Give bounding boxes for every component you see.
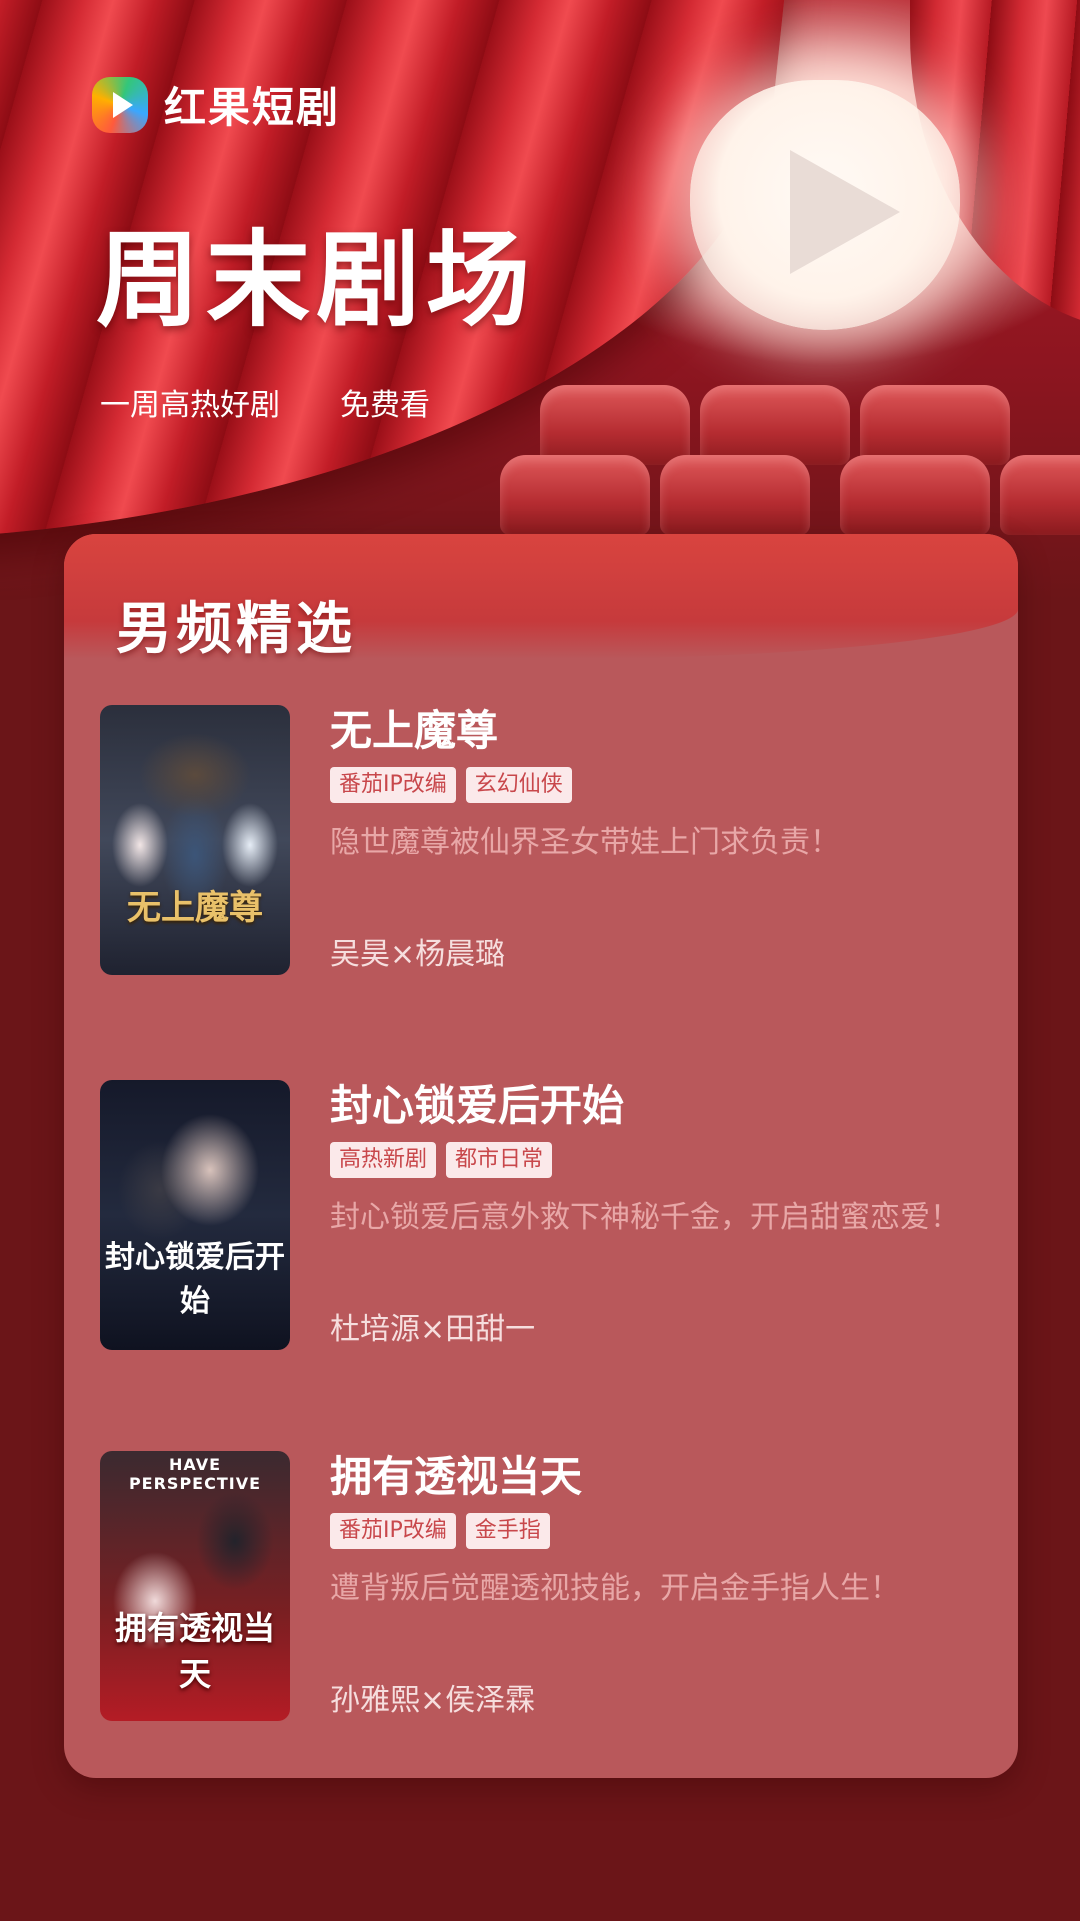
poster-title: 拥有透视当天 xyxy=(114,1609,275,1693)
drama-description: 遭背叛后觉醒透视技能，开启金手指人生！ xyxy=(330,1571,900,1606)
headline: 周末剧场 xyxy=(96,218,537,341)
drama-item[interactable]: HAVE PERSPECTIVE 拥有透视当天 拥有透视当天 番茄IP改编 金手… xyxy=(100,1451,980,1721)
app-logo-icon xyxy=(92,76,148,133)
drama-poster[interactable]: 封心锁爱后开始 xyxy=(100,1080,290,1350)
drama-cast: 孙雅熙×侯泽霖 xyxy=(330,1683,536,1718)
brand-name: 红果短剧 xyxy=(164,83,341,132)
drama-description: 隐世魔尊被仙界圣女带娃上门求负责！ xyxy=(330,825,840,860)
drama-title[interactable]: 封心锁爱后开始 xyxy=(330,1080,970,1132)
subline-2: 免费看 xyxy=(340,388,430,423)
drama-title[interactable]: 无上魔尊 xyxy=(330,705,970,757)
drama-tags: 番茄IP改编 金手指 xyxy=(330,1513,970,1549)
sublines: 一周高热好剧 免费看 xyxy=(100,380,430,424)
drama-item[interactable]: 无上魔尊 无上魔尊 番茄IP改编 玄幻仙侠 隐世魔尊被仙界圣女带娃上门求负责！ … xyxy=(100,705,980,975)
drama-tag: 玄幻仙侠 xyxy=(465,767,572,803)
drama-info: 封心锁爱后开始 高热新剧 都市日常 封心锁爱后意外救下神秘千金，开启甜蜜恋爱！ xyxy=(330,1080,970,1245)
poster-top-text: HAVE PERSPECTIVE xyxy=(128,1455,262,1493)
drama-list-card: 男频精选 无上魔尊 无上魔尊 番茄IP改编 玄幻仙侠 隐世魔尊被仙界圣女带娃上门… xyxy=(64,534,1018,1778)
drama-item[interactable]: 封心锁爱后开始 封心锁爱后开始 高热新剧 都市日常 封心锁爱后意外救下神秘千金，… xyxy=(100,1080,980,1350)
seat xyxy=(860,385,1010,465)
seat xyxy=(660,455,810,535)
seat xyxy=(840,455,990,535)
drama-cast: 杜培源×田甜一 xyxy=(330,1312,536,1347)
drama-poster[interactable]: HAVE PERSPECTIVE 拥有透视当天 xyxy=(100,1451,290,1721)
subline-1: 一周高热好剧 xyxy=(100,388,280,423)
drama-tag: 金手指 xyxy=(465,1513,550,1549)
drama-tags: 高热新剧 都市日常 xyxy=(330,1142,970,1178)
seat xyxy=(500,455,650,535)
play-logo-graphic xyxy=(690,80,960,330)
seat xyxy=(700,385,850,465)
drama-cast: 吴昊×杨晨璐 xyxy=(330,937,506,972)
drama-info: 无上魔尊 番茄IP改编 玄幻仙侠 隐世魔尊被仙界圣女带娃上门求负责！ xyxy=(330,705,970,870)
drama-tag: 番茄IP改编 xyxy=(330,767,456,803)
drama-tag: 高热新剧 xyxy=(330,1142,437,1178)
drama-tags: 番茄IP改编 玄幻仙侠 xyxy=(330,767,970,803)
drama-description: 封心锁爱后意外救下神秘千金，开启甜蜜恋爱！ xyxy=(330,1200,960,1235)
section-title: 男频精选 xyxy=(116,596,356,662)
drama-tag: 番茄IP改编 xyxy=(330,1513,456,1549)
drama-title[interactable]: 拥有透视当天 xyxy=(330,1451,970,1503)
drama-tag: 都市日常 xyxy=(446,1142,553,1178)
theatre-seats xyxy=(500,385,1080,555)
drama-poster[interactable]: 无上魔尊 xyxy=(100,705,290,975)
poster-title: 无上魔尊 xyxy=(127,888,263,928)
seat xyxy=(540,385,690,465)
drama-info: 拥有透视当天 番茄IP改编 金手指 遭背叛后觉醒透视技能，开启金手指人生！ xyxy=(330,1451,970,1616)
poster-title: 封心锁爱后开始 xyxy=(105,1240,285,1319)
seat xyxy=(1000,455,1080,535)
brand: 红果短剧 xyxy=(92,74,340,135)
